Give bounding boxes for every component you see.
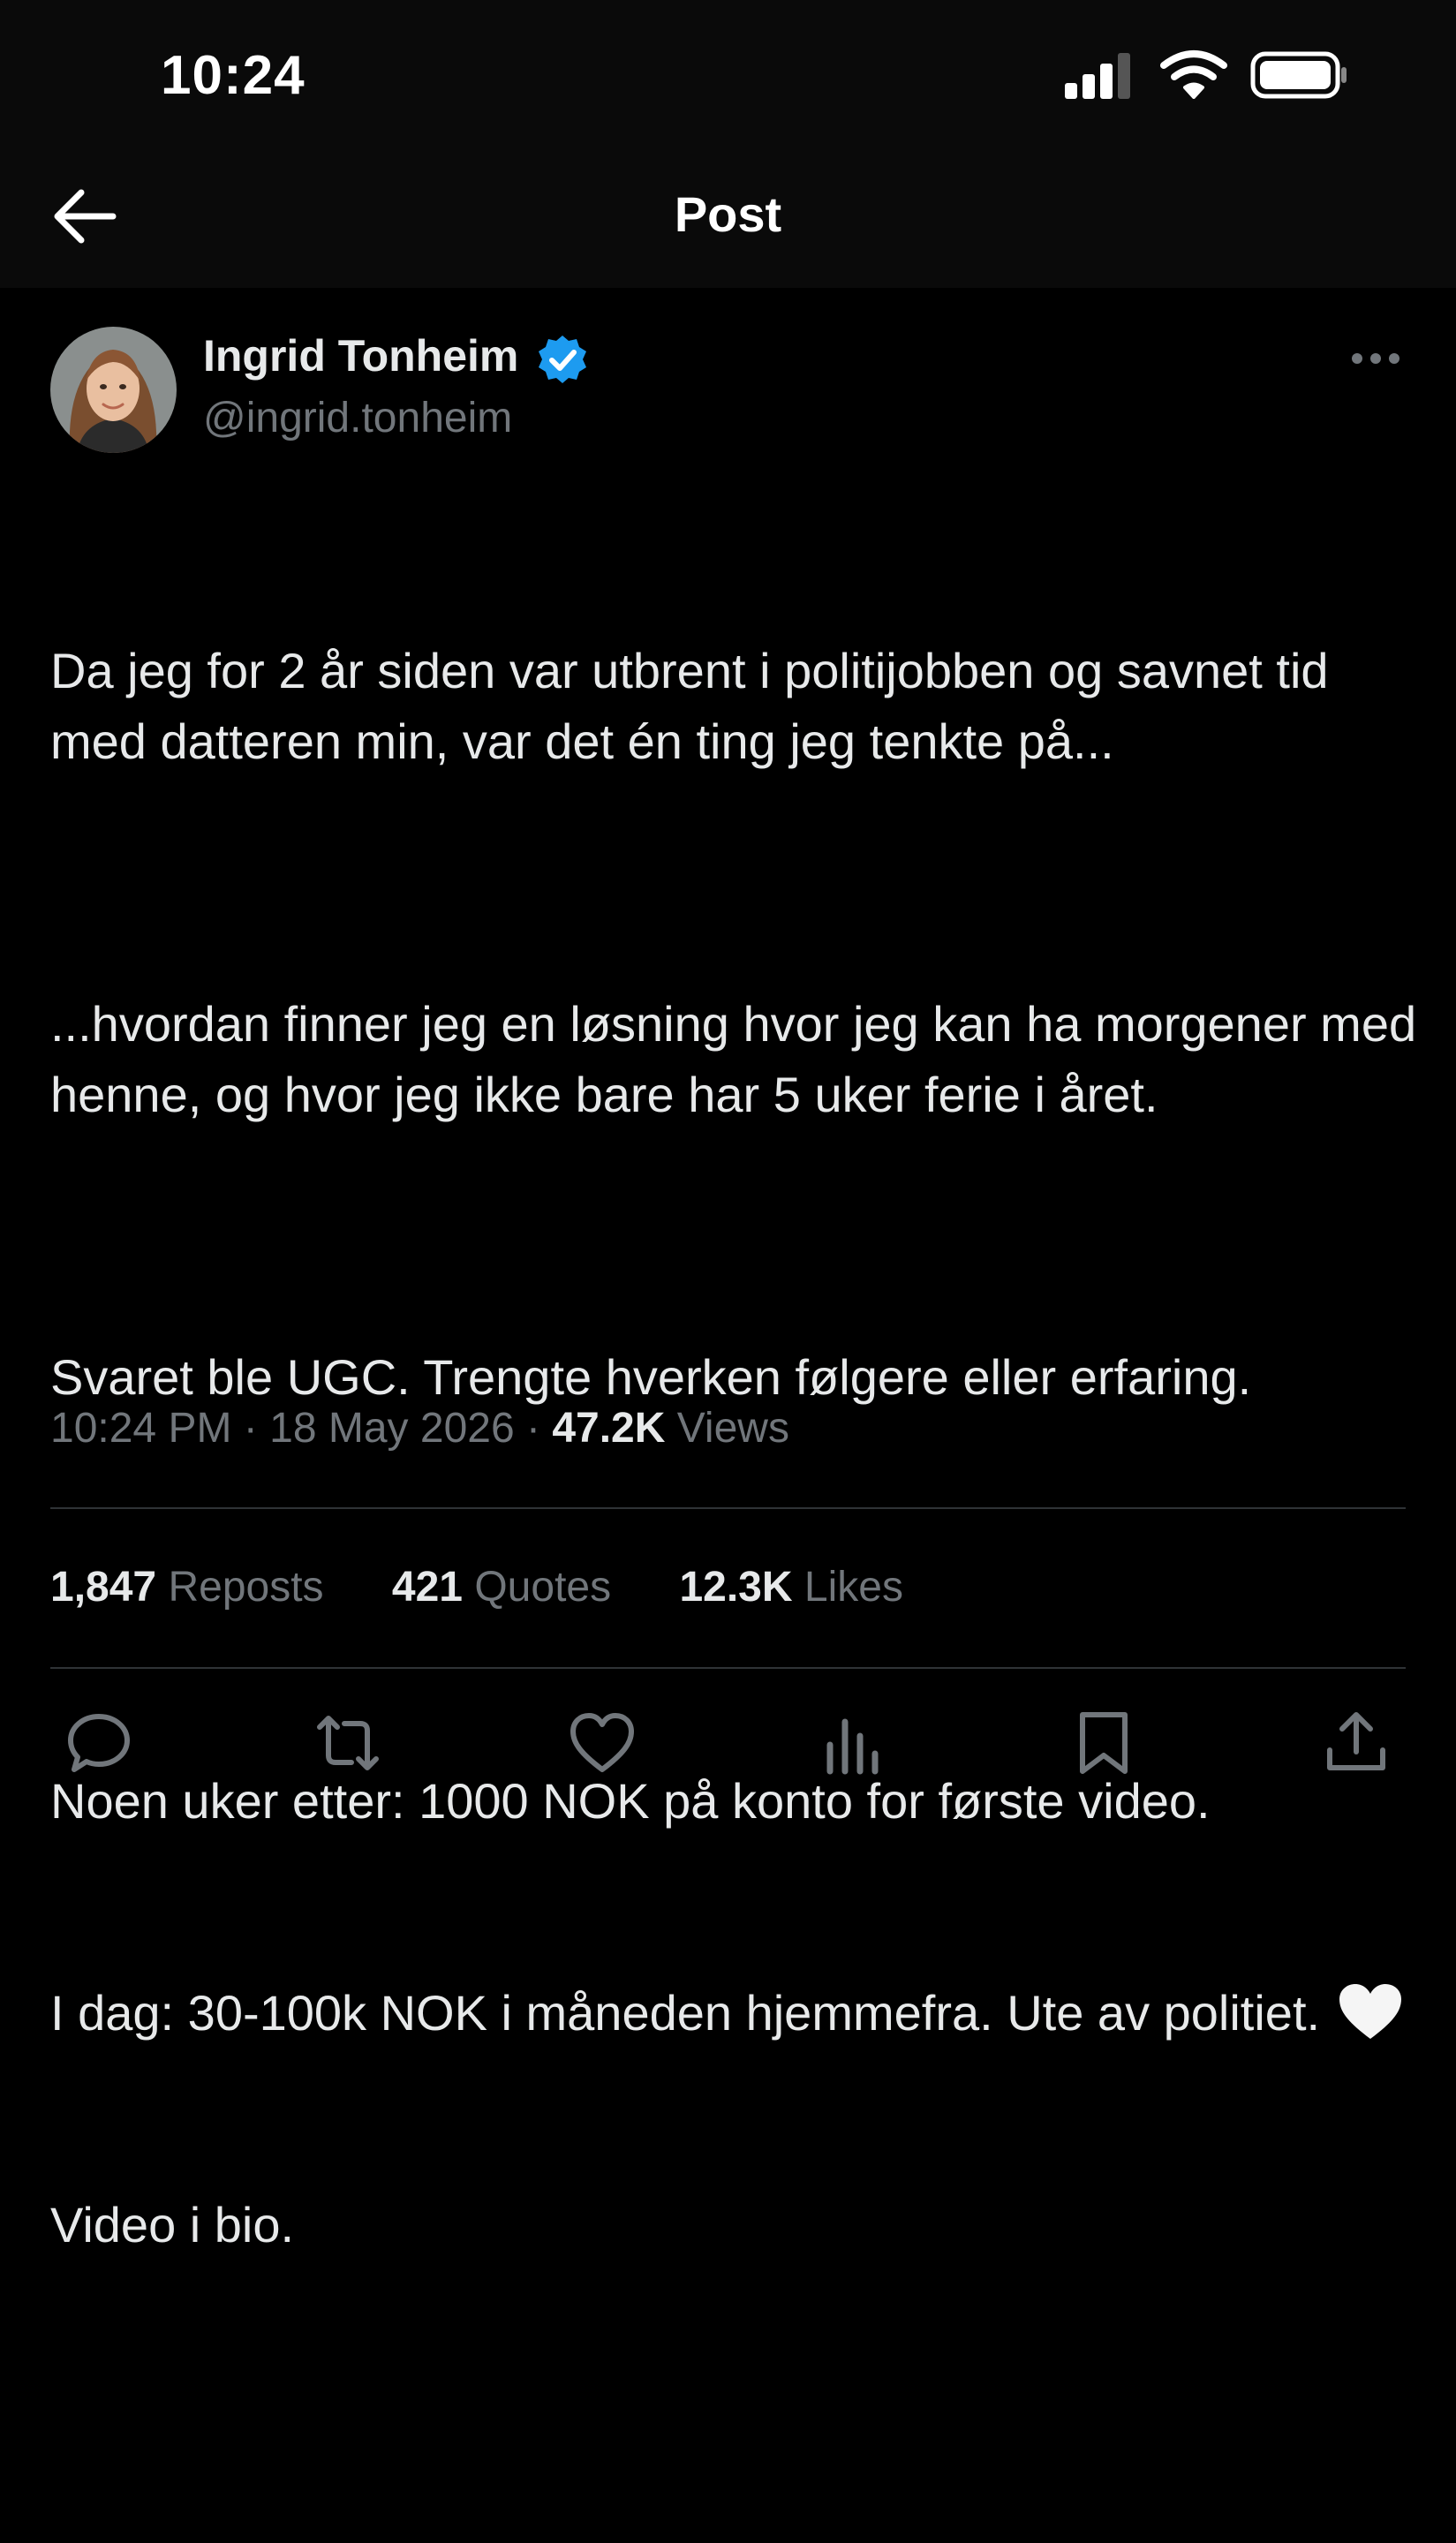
likes-label: Likes — [803, 1564, 903, 1611]
wifi-icon — [1160, 50, 1227, 99]
post-meta: 10:24 PM · 18 May 2026 · 47.2K Views — [50, 1404, 789, 1453]
quotes-stat[interactable]: 421 Quotes — [392, 1563, 611, 1611]
post-line: I dag: 30-100k NOK i måneden hjemmefra. … — [50, 1985, 1321, 2041]
battery-icon — [1250, 51, 1347, 99]
white-heart-emoji-icon — [1339, 1984, 1401, 2039]
post-date[interactable]: 18 May 2026 — [269, 1405, 515, 1452]
post-paragraph: Svaret ble UGC. Trengte hverken følgere … — [50, 1349, 1252, 1405]
views-count[interactable]: 47.2K — [552, 1405, 665, 1452]
post-screen: 10:24 Post Ingrid Tonheim @ingrid.tonhei… — [0, 0, 1456, 2252]
reply-icon[interactable] — [65, 1709, 132, 1777]
meta-separator: · — [243, 1405, 258, 1452]
page-title: Post — [674, 186, 782, 242]
verified-badge-icon — [539, 336, 586, 383]
author-handle[interactable]: @ingrid.tonheim — [203, 394, 512, 442]
author-name[interactable]: Ingrid Tonheim — [203, 330, 518, 381]
divider — [50, 1667, 1406, 1669]
avatar[interactable] — [50, 327, 177, 453]
post-time[interactable]: 10:24 PM — [50, 1405, 231, 1452]
likes-count: 12.3K — [679, 1564, 793, 1611]
post-line: Video i bio. — [50, 2197, 295, 2252]
post-text: Da jeg for 2 år siden var utbrent i poli… — [50, 494, 1428, 2543]
divider — [50, 1507, 1406, 1509]
reposts-stat[interactable]: 1,847 Reposts — [50, 1563, 324, 1611]
reposts-count: 1,847 — [50, 1564, 157, 1611]
views-label[interactable]: Views — [677, 1405, 789, 1452]
quotes-label: Quotes — [474, 1564, 612, 1611]
post-paragraph: Da jeg for 2 år siden var utbrent i poli… — [50, 643, 1343, 769]
avatar-photo — [50, 327, 177, 453]
post-paragraph: ...hvordan finner jeg en løsning hvor je… — [50, 996, 1430, 1122]
post-paragraph-final: Noen uker etter: 1000 NOK på konto for f… — [50, 1625, 1428, 2402]
repost-icon[interactable] — [314, 1709, 381, 1777]
post-line: Noen uker etter: 1000 NOK på konto for f… — [50, 1773, 1211, 1829]
views-icon[interactable] — [819, 1709, 886, 1777]
status-time: 10:24 — [161, 45, 306, 106]
post-line-with-emoji: I dag: 30-100k NOK i måneden hjemmefra. … — [50, 1978, 1428, 2049]
quotes-count: 421 — [391, 1564, 463, 1611]
share-icon[interactable] — [1323, 1709, 1390, 1777]
top-bar: 10:24 Post — [0, 0, 1456, 288]
like-icon[interactable] — [569, 1709, 636, 1777]
more-options-button[interactable] — [1351, 343, 1400, 374]
meta-separator: · — [526, 1405, 540, 1452]
likes-stat[interactable]: 12.3K Likes — [679, 1563, 903, 1611]
engagement-stats: 1,847 Reposts 421 Quotes 12.3K Likes — [50, 1563, 960, 1611]
bookmark-icon[interactable] — [1070, 1709, 1137, 1777]
more-dots-icon — [1352, 353, 1399, 364]
signal-icon — [1065, 53, 1130, 99]
reposts-label: Reposts — [168, 1564, 324, 1611]
